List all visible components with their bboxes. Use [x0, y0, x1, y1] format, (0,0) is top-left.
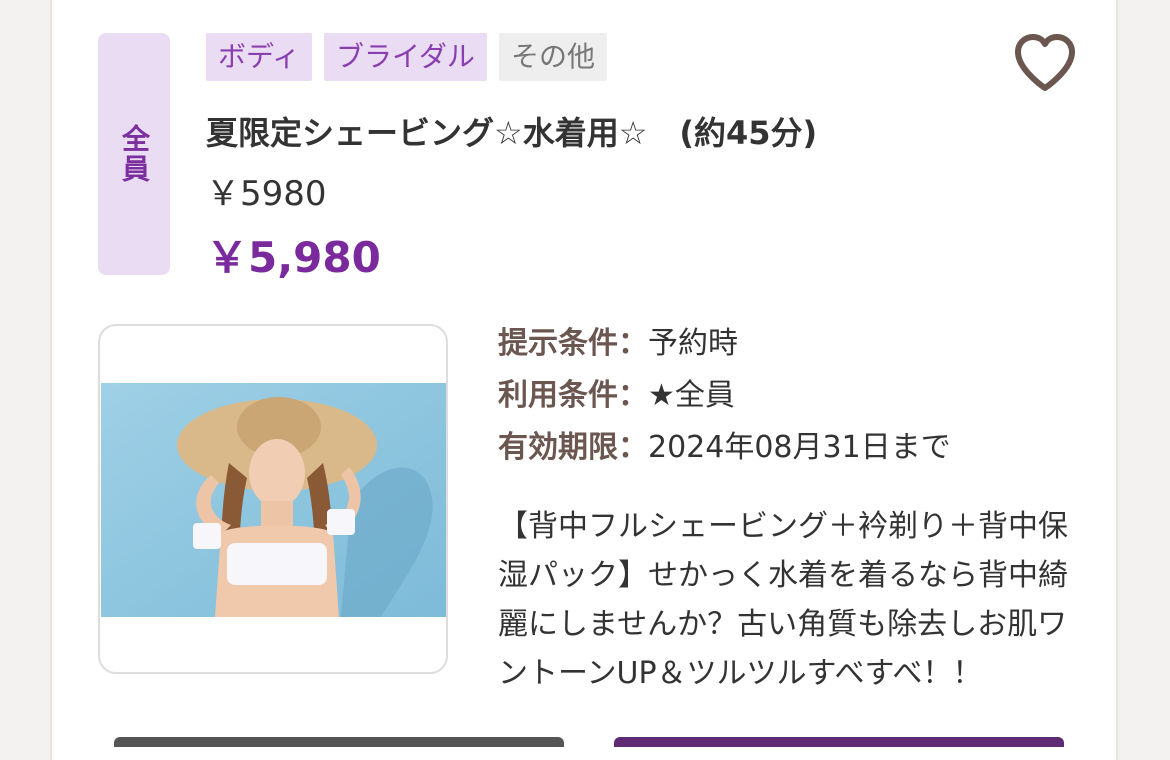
condition-label: 利用条件：	[498, 378, 648, 413]
tag-other: その他	[498, 33, 607, 81]
coupon-title: 夏限定シェービング☆水着用☆ (約45分)	[206, 114, 818, 152]
coupon-image-frame	[98, 324, 448, 674]
tag-body: ボディ	[206, 33, 313, 81]
condition-label: 有効期限：	[498, 430, 648, 465]
condition-value: 2024年08月31日まで	[648, 430, 951, 465]
condition-expiry: 有効期限：2024年08月31日まで	[498, 426, 1098, 478]
coupon-conditions: 提示条件：予約時 利用条件：★全員 有効期限：2024年08月31日まで	[498, 322, 1098, 478]
audience-label: 全員	[118, 124, 151, 184]
category-tags: ボディ ブライダル その他	[206, 33, 607, 81]
regular-price: ￥5980	[206, 174, 327, 214]
coupon-card: 全員 ボディ ブライダル その他 夏限定シェービング☆水着用☆ (約45分) ￥…	[50, 0, 1118, 760]
condition-presentation: 提示条件：予約時	[498, 322, 1098, 374]
coupon-photo	[101, 383, 446, 617]
coupon-price: ￥5,980	[206, 233, 381, 282]
condition-usage: 利用条件：★全員	[498, 374, 1098, 426]
heart-outline-icon	[1015, 34, 1075, 91]
condition-value: ★全員	[648, 378, 735, 413]
favorite-button[interactable]	[1012, 32, 1078, 94]
condition-value: 予約時	[648, 326, 738, 361]
coupon-description: 【背中フルシェービング＋衿剃り＋背中保湿パック】せかっく水着を着るなら背中綺麗に…	[498, 509, 1068, 691]
audience-badge: 全員	[98, 33, 170, 275]
primary-action-button[interactable]	[614, 737, 1064, 747]
condition-label: 提示条件：	[498, 326, 648, 361]
secondary-action-button[interactable]	[114, 737, 564, 747]
tag-bridal: ブライダル	[324, 33, 487, 81]
